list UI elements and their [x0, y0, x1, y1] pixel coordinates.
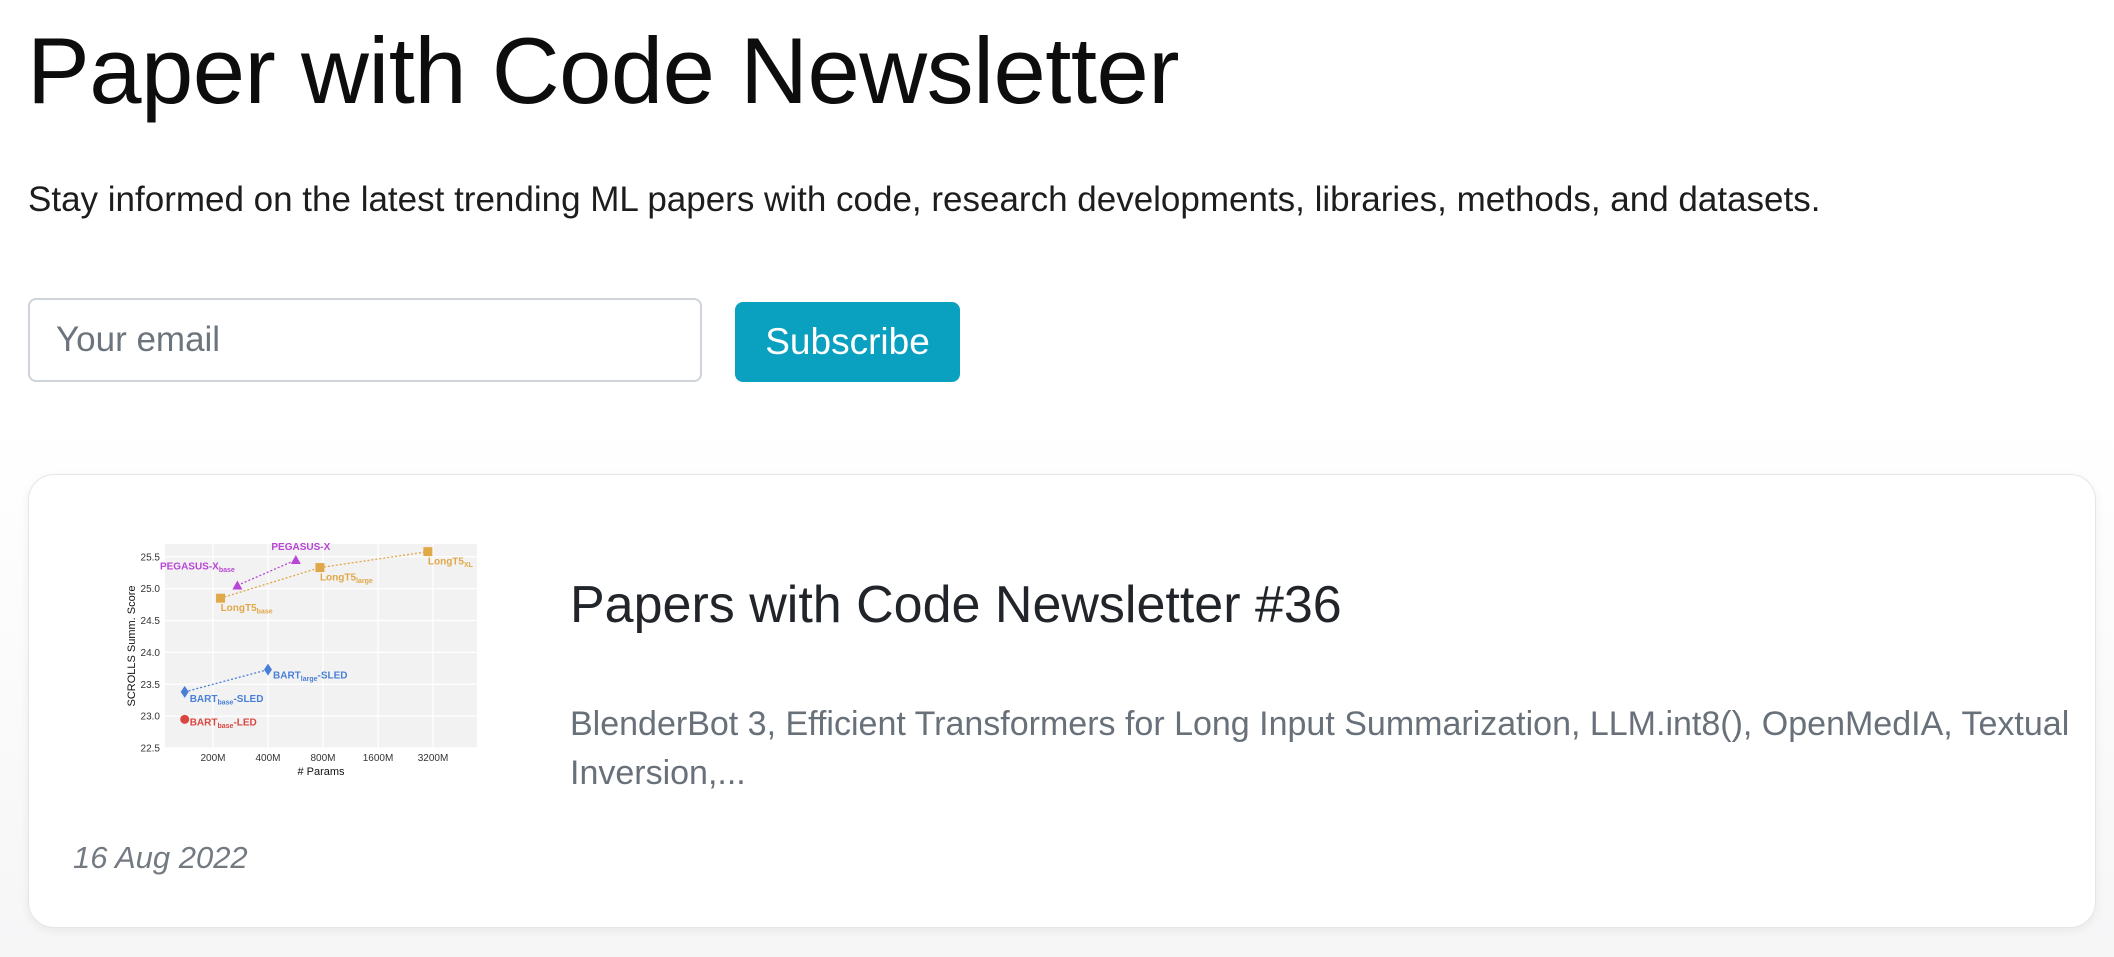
x-tick-label: 800M — [310, 753, 335, 764]
x-tick-label: 200M — [200, 753, 225, 764]
x-axis-label: # Params — [297, 766, 345, 778]
y-tick-label: 25.5 — [141, 552, 161, 563]
y-axis-label: SCROLLS Summ. Score — [126, 585, 138, 706]
email-input[interactable] — [28, 298, 702, 382]
y-tick-label: 24.0 — [141, 648, 161, 659]
data-point — [180, 714, 190, 724]
newsletter-thumbnail-chart[interactable]: 22.5 23.0 23.5 24.0 24.5 25.0 25.5 200M 400M 800M… — [85, 536, 500, 791]
newsletter-card-title[interactable]: Papers with Code Newsletter #36 — [570, 570, 1342, 640]
x-tick-label: 3200M — [418, 753, 449, 764]
newsletter-card-date: 16 Aug 2022 — [73, 840, 248, 875]
y-tick-label: 23.5 — [141, 680, 161, 691]
x-tick-label: 400M — [255, 753, 280, 764]
data-point — [315, 563, 325, 573]
subscribe-button[interactable]: Subscribe — [735, 302, 960, 382]
data-point — [216, 593, 226, 603]
data-label: PEGASUS-X — [271, 542, 330, 553]
y-tick-label: 23.0 — [141, 712, 161, 723]
page-title: Paper with Code Newsletter — [27, 18, 1180, 123]
y-tick-label: 24.5 — [141, 616, 161, 627]
newsletter-card-description: BlenderBot 3, Efficient Transformers for… — [570, 705, 2070, 792]
data-point — [423, 547, 433, 557]
y-tick-label: 22.5 — [141, 744, 161, 755]
y-tick-label: 25.0 — [141, 584, 161, 595]
x-tick-label: 1600M — [363, 753, 394, 764]
page-subtitle: Stay informed on the latest trending ML … — [28, 180, 1821, 219]
